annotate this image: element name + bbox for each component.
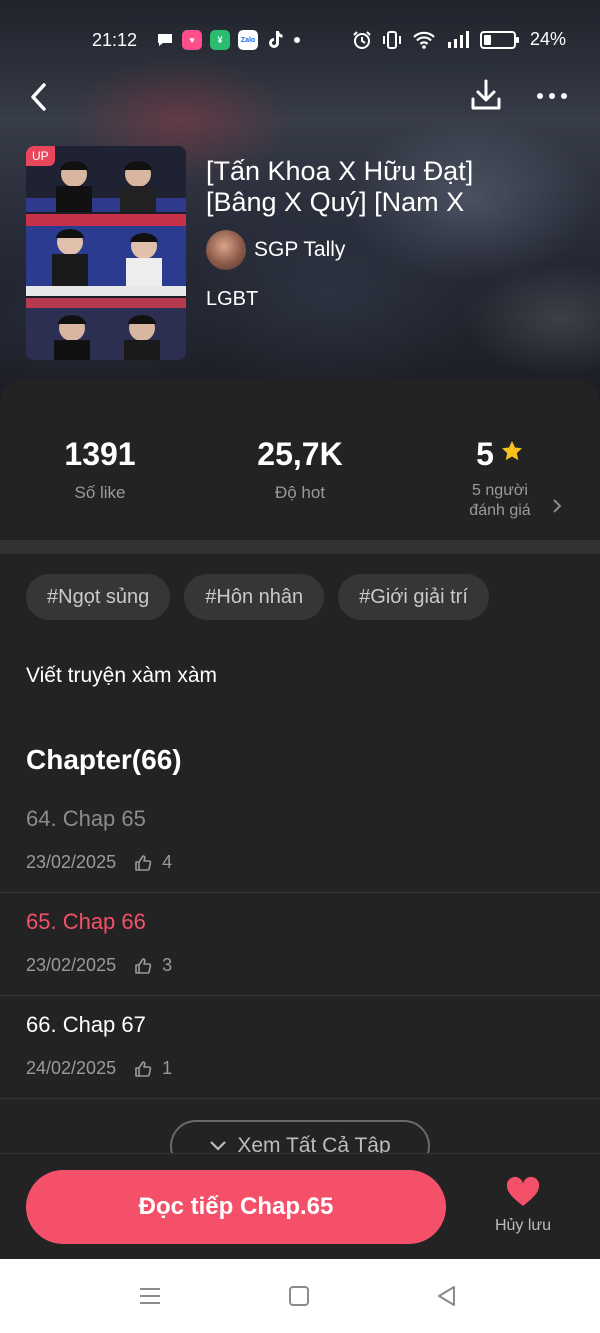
- section-divider: [0, 540, 600, 554]
- message-icon: [158, 34, 172, 46]
- menu-icon[interactable]: [137, 1283, 163, 1309]
- rating-value: 5: [476, 436, 494, 472]
- stats-row: 1391 Số like 25,7K Độ hot 5 5 người đánh…: [0, 380, 600, 540]
- cover-image: [26, 146, 186, 360]
- tag-chip[interactable]: #Giới giải trí: [338, 574, 489, 620]
- shop-notification-icon: ¥: [210, 30, 230, 50]
- app-notification-icon: ♥: [182, 30, 202, 50]
- chapter-row[interactable]: 66. Chap 67 24/02/2025 1: [0, 996, 600, 1099]
- system-icons: 24%: [352, 29, 566, 50]
- unsave-label: Hủy lưu: [494, 1217, 552, 1234]
- content-sheet: 1391 Số like 25,7K Độ hot 5 5 người đánh…: [0, 380, 600, 1160]
- chapter-row-current[interactable]: 65. Chap 66 23/02/2025 3: [0, 893, 600, 996]
- chevron-down-icon: [210, 1141, 227, 1151]
- wifi-icon: [413, 31, 435, 49]
- back-button[interactable]: [22, 79, 54, 115]
- avatar: [206, 230, 246, 270]
- home-icon[interactable]: [286, 1283, 312, 1309]
- author-row[interactable]: SGP Tally: [206, 230, 586, 270]
- notification-icons: ♥ ¥ Zalo: [156, 30, 302, 50]
- star-icon: [501, 441, 522, 461]
- rating-stat[interactable]: 5 5 người đánh giá: [400, 436, 600, 521]
- rating-value-row: 5: [400, 436, 600, 473]
- book-title-line-2: [Bâng X Quý] [Nam X: [206, 187, 465, 217]
- likes-value: 1391: [64, 436, 136, 472]
- more-dot-icon: [549, 93, 555, 99]
- continue-reading-button[interactable]: Đọc tiếp Chap.65: [26, 1170, 446, 1244]
- tag-chip[interactable]: #Hôn nhân: [184, 574, 325, 620]
- bottom-action-bar: Đọc tiếp Chap.65 Hủy lưu: [0, 1153, 600, 1259]
- thumbs-up-icon: [135, 1060, 152, 1077]
- chapter-likes: 1: [162, 1058, 173, 1078]
- chapter-row[interactable]: 64. Chap 65 23/02/2025 4: [0, 790, 600, 893]
- hot-value: 25,7K: [257, 436, 343, 472]
- chapter-meta: 23/02/2025 3: [26, 955, 172, 976]
- back-triangle-icon[interactable]: [434, 1283, 460, 1309]
- chapter-heading: Chapter(66): [26, 744, 182, 775]
- chapter-date: 23/02/2025: [26, 852, 117, 872]
- book-cover[interactable]: UP: [26, 146, 186, 360]
- chevron-left-icon: [31, 83, 46, 111]
- unsave-button[interactable]: Hủy lưu: [488, 1176, 558, 1235]
- download-icon: [471, 79, 501, 110]
- more-dot-icon: [537, 93, 543, 99]
- zalo-icon: Zalo: [238, 30, 258, 50]
- dot-icon: [294, 37, 300, 43]
- thumbs-up-icon: [135, 854, 152, 871]
- status-time: 21:12: [92, 30, 138, 50]
- rating-text-label: đánh giá: [469, 502, 531, 519]
- tag-list: #Ngọt sủng #Hôn nhân #Giới giải trí: [26, 574, 489, 620]
- chapter-date: 24/02/2025: [26, 1058, 117, 1078]
- tiktok-icon: [269, 31, 283, 48]
- alarm-icon: [353, 30, 371, 49]
- chapter-title: 66. Chap 67: [26, 1012, 146, 1037]
- download-button[interactable]: [468, 77, 504, 113]
- battery-icon: [480, 30, 519, 49]
- chapter-meta: 23/02/2025 4: [26, 852, 172, 873]
- more-options-button[interactable]: [532, 81, 572, 111]
- status-bar: 21:12 ♥ ¥ Zalo 24%: [0, 0, 600, 80]
- tag-chip[interactable]: #Ngọt sủng: [26, 574, 171, 620]
- rating-label: 5 người đánh giá: [400, 481, 600, 521]
- book-description: Viết truyện xàm xàm: [26, 664, 218, 687]
- top-nav: [0, 75, 600, 119]
- chapter-likes: 4: [162, 852, 173, 872]
- book-info: [Tấn Khoa X Hữu Đạt] [Bâng X Quý] [Nam X…: [206, 156, 586, 311]
- battery-percent: 24%: [530, 29, 567, 49]
- update-badge: UP: [26, 146, 55, 166]
- likes-label: Số like: [74, 483, 126, 502]
- author-name: SGP Tally: [254, 238, 346, 261]
- chapter-title: 64. Chap 65: [26, 806, 146, 831]
- chapter-title: 65. Chap 66: [26, 909, 146, 934]
- chapter-likes: 3: [162, 955, 173, 975]
- hot-stat: 25,7K Độ hot: [200, 436, 400, 503]
- vibrate-icon: [383, 30, 401, 49]
- rating-count-label: 5 người: [472, 482, 528, 499]
- chevron-right-icon[interactable]: [552, 498, 562, 514]
- book-title-line-1: [Tấn Khoa X Hữu Đạt]: [206, 156, 474, 186]
- genre-label: LGBT: [206, 288, 259, 310]
- more-dot-icon: [561, 93, 567, 99]
- likes-stat: 1391 Số like: [0, 436, 200, 503]
- chapter-date: 23/02/2025: [26, 955, 117, 975]
- heart-icon: [506, 1176, 540, 1206]
- signal-icon: [448, 30, 469, 48]
- hot-label: Độ hot: [274, 483, 326, 502]
- chapter-meta: 24/02/2025 1: [26, 1058, 172, 1079]
- system-nav-bar: [0, 1259, 600, 1333]
- thumbs-up-icon: [135, 957, 152, 974]
